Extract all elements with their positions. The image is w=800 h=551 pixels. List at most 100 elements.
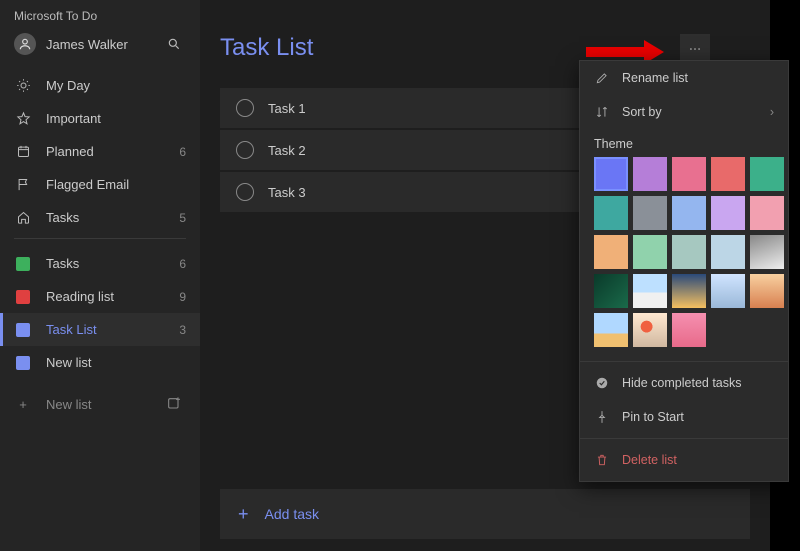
menu-label: Pin to Start <box>622 410 684 424</box>
menu-label: Rename list <box>622 71 688 85</box>
task-title: Task 2 <box>268 143 306 158</box>
nav-label: Important <box>46 111 186 126</box>
main-panel: Task List Task 1 Task 2 Task 3 + Add tas… <box>200 0 770 551</box>
nav-count: 6 <box>179 145 186 159</box>
sidebar-item-new-list[interactable]: New list <box>0 346 200 379</box>
nav-count: 6 <box>179 257 186 271</box>
sidebar-item-task-list[interactable]: Task List 3 <box>0 313 200 346</box>
theme-swatch[interactable] <box>633 157 667 191</box>
theme-photo-swatch[interactable] <box>633 274 667 308</box>
sidebar-item-planned[interactable]: Planned 6 <box>0 135 200 168</box>
pin-icon <box>594 409 610 425</box>
theme-photo-swatch[interactable] <box>633 313 667 347</box>
sidebar-item-reading-list[interactable]: Reading list 9 <box>0 280 200 313</box>
new-list-button[interactable]: + New list <box>0 385 200 423</box>
avatar <box>14 33 36 55</box>
star-icon <box>14 110 32 128</box>
theme-swatch[interactable] <box>711 235 745 269</box>
theme-photo-swatch[interactable] <box>750 235 784 269</box>
user-lists: Tasks 6 Reading list 9 Task List 3 New l… <box>0 243 200 379</box>
menu-label: Hide completed tasks <box>622 376 742 390</box>
rename-list-menuitem[interactable]: Rename list <box>580 61 788 95</box>
theme-photo-swatch[interactable] <box>594 274 628 308</box>
nav-label: Tasks <box>46 256 179 271</box>
theme-photo-swatch[interactable] <box>672 274 706 308</box>
task-checkbox[interactable] <box>236 141 254 159</box>
nav-label: My Day <box>46 78 186 93</box>
profile-row[interactable]: James Walker <box>0 23 200 65</box>
list-color-icon <box>14 321 32 339</box>
nav-count: 9 <box>179 290 186 304</box>
nav-label: Planned <box>46 144 179 159</box>
theme-photo-swatch[interactable] <box>594 313 628 347</box>
sort-by-menuitem[interactable]: Sort by › <box>580 95 788 129</box>
theme-swatch[interactable] <box>594 157 628 191</box>
theme-swatch[interactable] <box>594 196 628 230</box>
plus-icon: + <box>238 504 249 525</box>
check-circle-icon <box>594 375 610 391</box>
divider <box>580 438 788 439</box>
page-title: Task List <box>220 34 313 62</box>
task-checkbox[interactable] <box>236 99 254 117</box>
add-task-label: Add task <box>265 506 319 522</box>
theme-swatch[interactable] <box>594 235 628 269</box>
nav-count: 3 <box>179 323 186 337</box>
sidebar-item-tasks[interactable]: Tasks 5 <box>0 201 200 234</box>
list-color-icon <box>14 354 32 372</box>
theme-swatch[interactable] <box>711 157 745 191</box>
user-name: James Walker <box>46 37 128 52</box>
theme-swatch[interactable] <box>750 196 784 230</box>
task-checkbox[interactable] <box>236 183 254 201</box>
theme-header: Theme <box>580 129 788 157</box>
sidebar-item-tasks[interactable]: Tasks 6 <box>0 247 200 280</box>
theme-swatch[interactable] <box>672 196 706 230</box>
sidebar-item-important[interactable]: Important <box>0 102 200 135</box>
calendar-icon <box>14 143 32 161</box>
theme-swatch[interactable] <box>672 235 706 269</box>
menu-label: Sort by <box>622 105 662 119</box>
list-color-icon <box>14 288 32 306</box>
trash-icon <box>594 452 610 468</box>
theme-swatch[interactable] <box>750 157 784 191</box>
header-row: Task List <box>220 34 750 62</box>
flag-icon <box>14 176 32 194</box>
hide-completed-menuitem[interactable]: Hide completed tasks <box>580 366 788 400</box>
task-title: Task 1 <box>268 101 306 116</box>
nav-count: 5 <box>179 211 186 225</box>
new-group-button[interactable] <box>162 392 186 416</box>
theme-swatch[interactable] <box>633 196 667 230</box>
app-window: — ▢ ✕ Microsoft To Do James Walker My Da… <box>0 0 770 551</box>
new-list-label: New list <box>46 397 92 412</box>
delete-list-menuitem[interactable]: Delete list <box>580 443 788 477</box>
theme-swatch[interactable] <box>711 196 745 230</box>
sort-icon <box>594 104 610 120</box>
app-title: Microsoft To Do <box>0 0 200 23</box>
nav-label: Task List <box>46 322 179 337</box>
sun-icon <box>14 77 32 95</box>
chevron-right-icon: › <box>770 105 774 119</box>
theme-photo-swatch[interactable] <box>672 313 706 347</box>
sidebar-item-my-day[interactable]: My Day <box>0 69 200 102</box>
search-button[interactable] <box>162 32 186 56</box>
task-title: Task 3 <box>268 185 306 200</box>
divider <box>14 238 186 239</box>
nav-label: Reading list <box>46 289 179 304</box>
home-icon <box>14 209 32 227</box>
nav-label: Flagged Email <box>46 177 186 192</box>
list-color-icon <box>14 255 32 273</box>
pencil-icon <box>594 70 610 86</box>
sidebar: Microsoft To Do James Walker My Day Impo… <box>0 0 200 551</box>
sidebar-item-flagged-email[interactable]: Flagged Email <box>0 168 200 201</box>
nav-label: Tasks <box>46 210 179 225</box>
smart-lists: My Day Important Planned 6 Flagged Email… <box>0 65 200 234</box>
theme-swatch[interactable] <box>672 157 706 191</box>
divider <box>580 361 788 362</box>
theme-swatch[interactable] <box>633 235 667 269</box>
nav-label: New list <box>46 355 186 370</box>
pin-to-start-menuitem[interactable]: Pin to Start <box>580 400 788 434</box>
theme-photo-swatch[interactable] <box>711 274 745 308</box>
add-task-input[interactable]: + Add task <box>220 489 750 539</box>
theme-swatch-grid <box>580 157 788 357</box>
list-options-menu: Rename list Sort by › Theme Hide complet… <box>579 60 789 482</box>
theme-photo-swatch[interactable] <box>750 274 784 308</box>
